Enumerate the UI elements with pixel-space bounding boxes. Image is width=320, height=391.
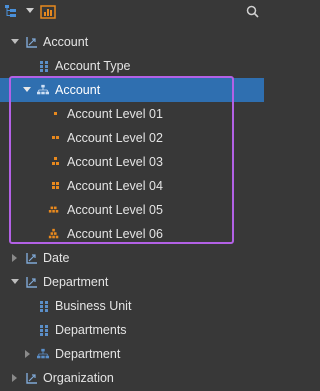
level-02-icon — [50, 132, 62, 144]
toolbar — [0, 0, 264, 24]
tree-item-label: Account Level 06 — [67, 227, 163, 241]
search-icon[interactable] — [245, 4, 259, 18]
tree-item-department-hierarchy[interactable]: Department — [0, 342, 264, 366]
tree-item-label: Departments — [55, 323, 127, 337]
tree-item-label: Account — [43, 35, 89, 49]
expand-arrow-icon[interactable] — [22, 85, 32, 95]
collapse-arrow-icon[interactable] — [23, 349, 33, 359]
level-03-icon — [50, 156, 62, 168]
tree-item-department-dimension[interactable]: Department — [0, 270, 264, 294]
tree-item-label: Department — [43, 275, 109, 289]
collapse-arrow-icon[interactable] — [10, 373, 20, 383]
level-06-icon — [48, 228, 60, 240]
dimension-icon — [26, 36, 38, 48]
attribute-icon — [38, 60, 50, 72]
expand-arrow-icon[interactable] — [10, 277, 20, 287]
tree-item-label: Business Unit — [55, 299, 132, 313]
attribute-icon — [38, 300, 50, 312]
tree-item-account-level-06[interactable]: Account Level 06 — [0, 222, 264, 246]
attribute-icon — [38, 324, 50, 336]
tree-item-label: Account Type — [55, 59, 131, 73]
tree-item-label: Organization — [43, 371, 114, 385]
tree-item-account-level-04[interactable]: Account Level 04 — [0, 174, 264, 198]
tree-item-account-level-03[interactable]: Account Level 03 — [0, 150, 264, 174]
dimension-icon — [26, 276, 38, 288]
tree-item-account-level-01[interactable]: Account Level 01 — [0, 102, 264, 126]
caret-down-icon[interactable] — [25, 4, 35, 18]
hierarchy-tree-icon[interactable] — [4, 4, 18, 18]
tree-item-account-type[interactable]: Account Type — [0, 54, 264, 78]
expand-arrow-icon[interactable] — [10, 37, 20, 47]
tree-item-label: Account Level 04 — [67, 179, 163, 193]
tree-item-label: Account Level 05 — [67, 203, 163, 217]
tree-item-label: Date — [43, 251, 70, 265]
tree-item-label: Account — [55, 83, 101, 97]
level-01-icon — [50, 108, 62, 120]
dimension-icon — [26, 372, 38, 384]
hierarchy-icon — [37, 348, 49, 360]
tree-item-business-unit[interactable]: Business Unit — [0, 294, 264, 318]
hierarchy-icon — [37, 84, 49, 96]
collapse-arrow-icon[interactable] — [10, 253, 20, 263]
chart-icon[interactable] — [40, 4, 56, 20]
tree-item-account-hierarchy[interactable]: Account — [0, 78, 264, 102]
tree-view: Account Account Type Account Account Lev… — [0, 30, 264, 390]
tree-item-label: Account Level 03 — [67, 155, 163, 169]
tree-item-label: Account Level 02 — [67, 131, 163, 145]
tree-item-date-dimension[interactable]: Date — [0, 246, 264, 270]
level-05-icon — [48, 204, 60, 216]
tree-item-account-level-02[interactable]: Account Level 02 — [0, 126, 264, 150]
level-04-icon — [50, 180, 62, 192]
tree-item-departments[interactable]: Departments — [0, 318, 264, 342]
dimension-icon — [26, 252, 38, 264]
tree-item-organization-dimension[interactable]: Organization — [0, 366, 264, 390]
tree-item-account-level-05[interactable]: Account Level 05 — [0, 198, 264, 222]
tree-item-account-dimension[interactable]: Account — [0, 30, 264, 54]
tree-item-label: Department — [55, 347, 121, 361]
tree-item-label: Account Level 01 — [67, 107, 163, 121]
